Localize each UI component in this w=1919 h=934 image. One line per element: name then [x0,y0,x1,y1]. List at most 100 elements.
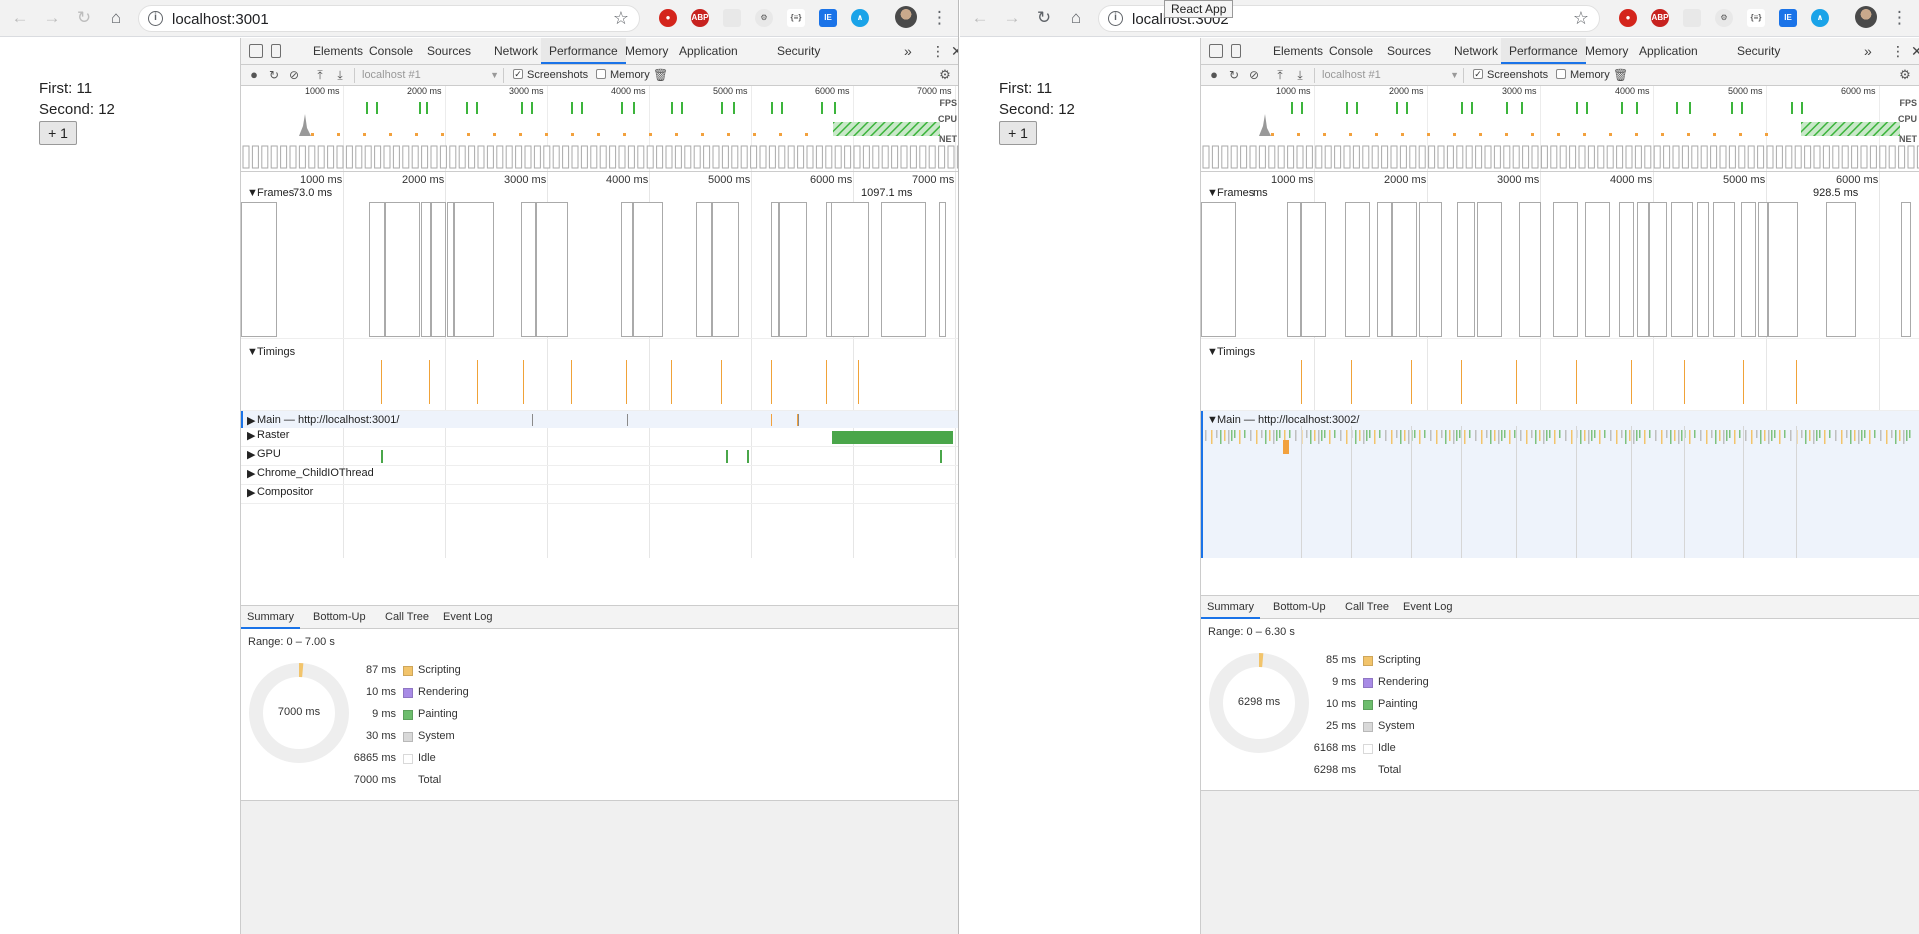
browser-menu-icon[interactable]: ⋮ [931,7,948,29]
frame-screenshot[interactable] [881,202,926,337]
frame-screenshot[interactable] [1649,202,1667,337]
tab-event-log[interactable]: Event Log [1403,596,1453,619]
track-toggle[interactable]: ▶ [247,429,255,442]
tab-bottom-up[interactable]: Bottom-Up [1273,596,1326,619]
extension-blue-icon[interactable]: IE [819,9,837,27]
extension-cyan-icon[interactable]: ∧ [1811,9,1829,27]
extension-gear-icon[interactable]: ⚙ [755,9,773,27]
tab-console[interactable]: Console [369,38,413,64]
frame-screenshot[interactable] [1392,202,1417,337]
reload-profile-icon[interactable]: ↻ [1227,68,1241,82]
frame-screenshot[interactable] [454,202,494,337]
frame-screenshot[interactable] [1741,202,1756,337]
extension-blue-icon[interactable]: IE [1779,9,1797,27]
back-icon[interactable]: ← [968,6,992,30]
frame-screenshot[interactable] [1345,202,1370,337]
download-icon[interactable]: ⤓ [1293,68,1307,82]
frame-screenshot[interactable] [536,202,568,337]
memory-checkbox[interactable] [1556,69,1566,79]
track-toggle[interactable]: ▶ [247,486,255,499]
frame-screenshot[interactable] [241,202,277,337]
abp-icon[interactable]: ABP [1651,9,1669,27]
timeline-overview[interactable]: 1000 ms 2000 ms 3000 ms 4000 ms 5000 ms 6000 … [1201,86,1919,172]
address-bar[interactable]: i localhost:3001 ☆ [138,5,640,32]
increment-button[interactable]: + 1 [39,121,77,145]
frame-screenshot[interactable] [939,202,946,337]
capture-settings-icon[interactable]: ⚙ [938,68,952,82]
inspect-element-icon[interactable] [1209,44,1223,58]
frame-screenshot[interactable] [1713,202,1735,337]
tab-network[interactable]: Network [494,38,538,64]
frame-screenshot[interactable] [1519,202,1541,337]
back-icon[interactable]: ← [8,6,32,30]
frame-screenshot[interactable] [1697,202,1709,337]
frame-screenshot[interactable] [831,202,869,337]
tab-memory[interactable]: Memory [1585,38,1628,64]
frame-screenshot[interactable] [521,202,536,337]
frame-screenshot[interactable] [1901,202,1911,337]
device-toolbar-icon[interactable] [1231,44,1241,58]
timeline-overview[interactable]: 1000 ms 2000 ms 3000 ms 4000 ms 5000 ms 6000 … [241,86,958,172]
more-tabs-icon[interactable]: » [1864,38,1872,64]
tab-summary[interactable]: Summary [1201,596,1261,619]
frame-screenshot[interactable] [1287,202,1301,337]
tab-summary[interactable]: Summary [241,606,301,629]
home-icon[interactable]: ⌂ [1064,6,1088,30]
frame-screenshot[interactable] [369,202,385,337]
close-devtools-icon[interactable]: ✕ [1911,38,1919,64]
increment-button[interactable]: + 1 [999,121,1037,145]
frame-screenshot[interactable] [1758,202,1768,337]
extension-cyan-icon[interactable]: ∧ [851,9,869,27]
tab-security[interactable]: Security [1737,38,1780,64]
frame-screenshot[interactable] [431,202,446,337]
site-info-icon[interactable]: i [148,11,163,26]
frame-screenshot[interactable] [1585,202,1610,337]
target-select[interactable]: localhost #1 ▼ [354,68,504,83]
frame-screenshot[interactable] [1419,202,1442,337]
tab-sources[interactable]: Sources [1387,38,1431,64]
raster-bar[interactable] [832,431,953,444]
target-select[interactable]: localhost #1 ▼ [1314,68,1464,83]
frame-screenshot[interactable] [385,202,420,337]
devtools-menu-icon[interactable]: ⋮ [931,38,945,64]
memory-checkbox[interactable] [596,69,606,79]
frame-screenshot[interactable] [633,202,663,337]
reload-profile-icon[interactable]: ↻ [267,68,281,82]
tab-sources[interactable]: Sources [427,38,471,64]
gpu-bar[interactable] [381,450,383,463]
tab-application[interactable]: Application [1639,38,1698,64]
frame-screenshot[interactable] [1477,202,1502,337]
ad-block-icon[interactable]: ● [659,9,677,27]
home-icon[interactable]: ⌂ [104,6,128,30]
frame-screenshot[interactable] [1671,202,1693,337]
flame-chart[interactable]: 1000 ms 2000 ms 3000 ms 4000 ms 5000 ms 6000 … [1201,172,1919,558]
profile-avatar[interactable] [895,6,917,28]
browser-menu-icon[interactable]: ⋮ [1891,7,1908,29]
gpu-bar[interactable] [726,450,728,463]
frame-screenshot[interactable] [1301,202,1326,337]
frame-screenshot[interactable] [1768,202,1798,337]
clear-icon[interactable]: ⊘ [287,68,301,82]
tab-bottom-up[interactable]: Bottom-Up [313,606,366,629]
json-viewer-icon[interactable]: {≡} [1747,9,1765,27]
frame-screenshot[interactable] [696,202,712,337]
frame-screenshot[interactable] [1201,202,1236,337]
frame-screenshot[interactable] [1637,202,1649,337]
ad-block-icon[interactable]: ● [1619,9,1637,27]
capture-settings-icon[interactable]: ⚙ [1898,68,1912,82]
gpu-bar[interactable] [747,450,749,463]
tab-network[interactable]: Network [1454,38,1498,64]
tab-memory[interactable]: Memory [625,38,668,64]
tab-performance[interactable]: Performance [541,38,626,64]
device-toolbar-icon[interactable] [271,44,281,58]
more-tabs-icon[interactable]: » [904,38,912,64]
tab-elements[interactable]: Elements [1273,38,1323,64]
screenshots-checkbox[interactable]: ✓ [1473,69,1483,79]
upload-icon[interactable]: ⤒ [1273,68,1287,82]
frame-screenshot[interactable] [447,202,454,337]
frame-screenshot[interactable] [1619,202,1634,337]
forward-icon[interactable]: → [1000,6,1024,30]
frame-screenshot[interactable] [712,202,739,337]
forward-icon[interactable]: → [40,6,64,30]
garbage-collect-icon[interactable]: 🗑 [1613,68,1628,82]
